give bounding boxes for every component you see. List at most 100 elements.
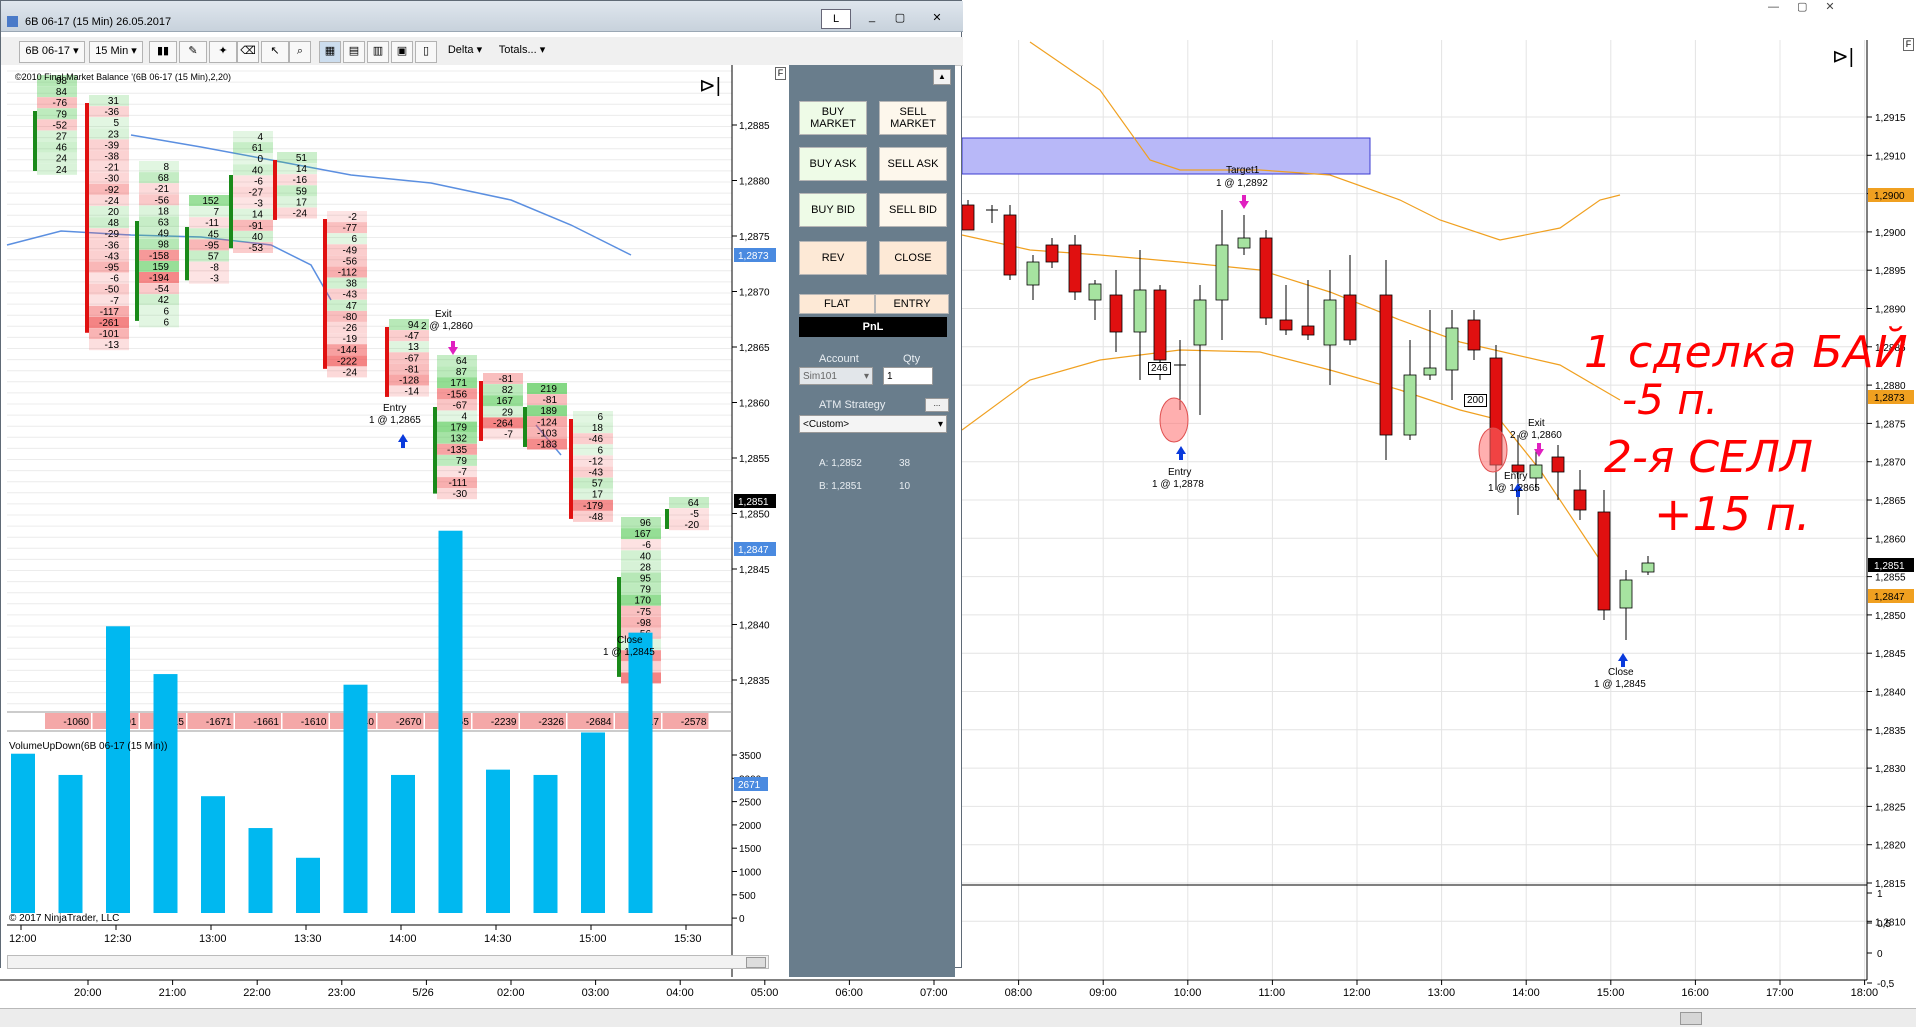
footprint-candle-bar [185,227,189,281]
right-chart-scroll-end-icon[interactable]: ⊳| [1832,44,1854,69]
eraser-icon[interactable]: ⌫ [237,41,259,63]
delta-total-value: -1060 [63,717,89,728]
close-position-button[interactable]: CLOSE [879,241,947,275]
magic-wand-icon[interactable]: ✦ [209,41,237,63]
atm-options-button[interactable]: ... [925,398,949,412]
buy-ask-button[interactable]: BUY ASK [799,147,867,181]
volume-bar [106,626,130,913]
footprint-cell-value: -179 [583,501,603,512]
footprint-cell-value: 28 [640,562,652,573]
footprint-chart[interactable]: 9884-7679-522746242431-36523-39-38-21-30… [1,65,789,977]
window-app-icon [7,16,18,27]
left-scrollbar[interactable] [7,955,769,969]
footprint-cell-value: -8 [210,263,219,274]
footprint-cell-value: -12 [589,456,604,467]
footprint-cell-value: -92 [105,185,120,196]
volume-label: VolumeUpDown(6B 06-17 (15 Min)) [9,741,168,752]
pointer-icon[interactable]: ↖ [261,41,289,63]
right-chart-f-button[interactable]: F [1903,38,1914,51]
sell-ask-button[interactable]: SELL ASK [879,147,947,181]
footprint-cell-value: 13 [408,342,420,353]
ask-price: A: 1,2852 [819,458,862,469]
candle-body [1423,367,1437,376]
footprint-cell-value: 14 [296,164,308,175]
candle-body [1088,283,1102,301]
volume-bar [248,828,273,913]
time-axis-tick: 02:00 [497,987,525,999]
templates-icon[interactable]: ▥ [367,41,389,63]
footprint-cell-value: 64 [688,498,700,509]
rev-button[interactable]: REV [799,241,867,275]
minimize-button[interactable]: _ [859,9,885,27]
link-button[interactable]: L [821,9,851,29]
volume-bar [391,774,415,913]
footprint-cell [669,508,709,520]
panel-collapse-button[interactable]: ▲ [933,69,951,85]
scroll-end-icon[interactable]: ⊳| [699,73,721,98]
right-entry1-label: Entry [1168,467,1192,478]
qty-input[interactable]: 1 [883,367,933,385]
left-axis-tick: 1,2860 [739,399,770,410]
right-entry2-price: 1 @ 1,2865 [1488,483,1540,494]
instrument-selector[interactable]: 6B 06-17 ▾ [19,41,85,63]
volume-bar [201,796,225,913]
buy-market-button[interactable]: BUY MARKET [799,101,867,135]
footprint-candle-bar [85,103,89,333]
volume-axis-tick: 0 [739,914,745,925]
chart-trader-icon[interactable]: ▦ [319,41,341,63]
close-button[interactable]: ✕ [919,9,955,27]
footprint-cell-value: -54 [155,284,170,295]
footprint-cell-value: -112 [338,268,358,279]
data-box-icon[interactable]: ▯ [415,41,437,63]
footprint-candle-bar [273,160,277,220]
delta-total-value: -2578 [681,717,707,728]
zoom-icon[interactable]: ⌕ [289,41,311,63]
top-right-window-buttons[interactable]: ―▢✕ [1768,0,1853,13]
sell-market-button[interactable]: SELL MARKET [879,101,947,135]
delta-dropdown[interactable]: Delta ▾ [441,41,489,61]
bid-size: 10 [899,481,911,492]
f-button[interactable]: F [775,67,786,80]
right-box-200: 200 [1464,394,1487,407]
volume-axis-tick: 1500 [739,844,762,855]
footprint-cell [189,206,229,218]
sell-bid-button[interactable]: SELL BID [879,193,947,227]
footprint-cell-value: -3 [254,199,263,210]
delta-total-value: -1661 [253,717,279,728]
indicators-icon[interactable]: ▤ [343,41,365,63]
scrollbar-thumb[interactable] [1680,1012,1702,1025]
buy-bid-button[interactable]: BUY BID [799,193,867,227]
footprint-cell-value: 84 [56,87,68,98]
footprint-cell-value: 0 [257,154,263,165]
footprint-candle-bar [229,175,233,249]
right-axis-tick: 1,2915 [1875,113,1906,124]
footprint-cell-value: -81 [499,374,514,385]
footprint-cell-value: 94 [408,320,420,331]
right-axis-tick: 1,2860 [1875,534,1906,545]
atm-strategy-select[interactable]: <Custom> ▾ [799,415,947,433]
window-titlebar[interactable]: 6B 06-17 (15 Min) 26.05.2017 L _ ▢ ✕ [1,1,963,32]
footprint-time-tick: 12:00 [9,933,37,945]
candle-body [1045,244,1059,263]
bottom-scrollbar[interactable] [0,1008,1916,1027]
left-scrollbar-thumb[interactable] [746,957,766,968]
right-lower-axis-tick: 0 [1877,949,1883,960]
volume-badge-text: 2671 [738,780,761,791]
maximize-button[interactable]: ▢ [887,9,913,27]
flat-status: FLAT [799,294,875,314]
bar-type-icon[interactable]: ▮▮ [149,41,177,63]
volume-bar [153,674,178,913]
footprint-window[interactable]: 6B 06-17 (15 Min) 26.05.2017 L _ ▢ ✕ 6B … [0,0,963,977]
footprint-cell-value: 29 [502,407,514,418]
candle-body [1215,244,1229,301]
totals-dropdown[interactable]: Totals... ▾ [491,41,553,61]
footprint-cell-value: -7 [458,467,467,478]
properties-icon[interactable]: ▣ [391,41,413,63]
account-value: Sim101 [803,371,837,382]
footprint-cell-value: -117 [100,307,120,318]
footprint-cell-value: 132 [450,434,467,445]
account-select[interactable]: Sim101 ▾ [799,367,873,385]
footprint-cell [89,272,129,284]
pencil-icon[interactable]: ✎ [179,41,207,63]
interval-selector[interactable]: 15 Min ▾ [89,41,143,63]
